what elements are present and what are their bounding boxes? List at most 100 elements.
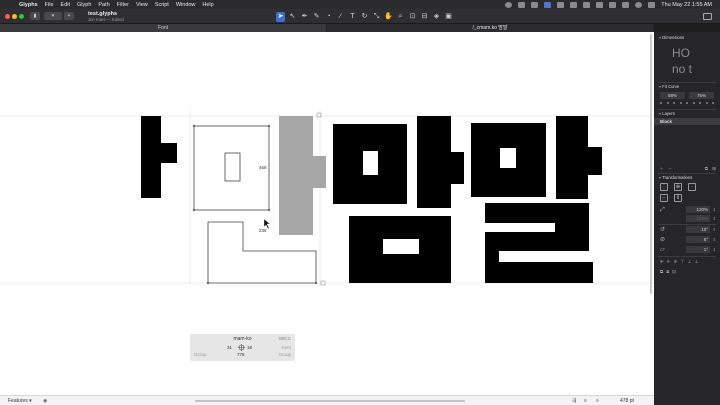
menu-window[interactable]: Window bbox=[176, 2, 196, 8]
wifi-icon[interactable] bbox=[622, 1, 630, 8]
union-icon[interactable]: ⧉ bbox=[660, 269, 663, 275]
flip-horizontal-icon[interactable]: ⇔ bbox=[660, 194, 668, 202]
slant-icon[interactable]: ⊘ bbox=[660, 236, 668, 244]
input-source-icon[interactable] bbox=[596, 1, 604, 8]
layers-popup-button[interactable]: ▾ bbox=[44, 12, 62, 20]
dimensions-title[interactable]: Dimensions bbox=[659, 35, 684, 40]
align-left-edges-icon[interactable]: ⊫ bbox=[660, 259, 664, 265]
unicode-field[interactable]: B9CC bbox=[279, 336, 291, 341]
status-icon[interactable] bbox=[557, 1, 565, 8]
window-zoom-button[interactable] bbox=[19, 14, 24, 19]
image-tool-icon[interactable]: ▣ bbox=[444, 12, 453, 22]
align-bottom-edges-icon[interactable]: ⊥ bbox=[695, 259, 699, 265]
metrics-link-icon[interactable] bbox=[238, 344, 245, 351]
glyph-edit-canvas[interactable]: 468 236 bbox=[0, 32, 654, 395]
slant-stepper[interactable]: ⇕ bbox=[713, 237, 716, 242]
status-icon[interactable] bbox=[583, 1, 591, 8]
lsb-field[interactable]: 31 bbox=[227, 345, 232, 350]
fit-dot[interactable] bbox=[660, 102, 662, 104]
status-icon[interactable] bbox=[531, 1, 539, 8]
fit-dot[interactable] bbox=[673, 102, 675, 104]
search-icon[interactable] bbox=[635, 1, 643, 8]
rsb-field[interactable]: 18 bbox=[247, 345, 252, 350]
left-group-label[interactable]: Group bbox=[194, 352, 207, 357]
annotation-tool-icon[interactable]: ⊡ bbox=[408, 12, 417, 22]
preview-eye-icon[interactable]: ◉ bbox=[43, 398, 47, 404]
width-field[interactable]: 778 bbox=[237, 352, 245, 357]
scale-secondary-field[interactable]: 100% bbox=[686, 215, 710, 222]
fit-dot[interactable] bbox=[705, 102, 708, 104]
menu-help[interactable]: Help bbox=[202, 2, 213, 8]
align-origin-icon[interactable]: · bbox=[688, 183, 696, 191]
status-icon[interactable] bbox=[570, 1, 578, 8]
measurement-tool-icon[interactable]: ⊟ bbox=[420, 12, 429, 22]
flip-vertical-icon[interactable]: ⇕ bbox=[674, 194, 682, 202]
layer-row-black[interactable]: Black bbox=[654, 118, 720, 125]
scale-field[interactable]: 120% bbox=[686, 206, 710, 213]
primitives-tool-icon[interactable]: ◔ bbox=[324, 12, 333, 22]
pencil-tool-icon[interactable]: ✎ bbox=[312, 12, 321, 22]
component-vowel[interactable] bbox=[279, 116, 313, 235]
component-vowel-bar[interactable] bbox=[313, 156, 326, 188]
menu-path[interactable]: Path bbox=[98, 2, 109, 8]
menubar-clock[interactable]: Thu May 22 1:55 AM bbox=[661, 2, 712, 8]
window-close-button[interactable] bbox=[5, 14, 10, 19]
align-top-edges-icon[interactable]: ⊤ bbox=[681, 259, 685, 265]
menu-edit[interactable]: Edit bbox=[61, 2, 70, 8]
skew-icon[interactable]: ▱ bbox=[660, 246, 668, 254]
rotate-tool-icon[interactable]: ↻ bbox=[360, 12, 369, 22]
align-h-center-icon[interactable]: ⊩ bbox=[667, 259, 671, 265]
bbox-handle[interactable] bbox=[316, 112, 322, 118]
window-minimize-button[interactable] bbox=[12, 14, 17, 19]
vertical-scrollbar[interactable] bbox=[650, 34, 652, 294]
menu-filter[interactable]: Filter bbox=[117, 2, 129, 8]
text-direction-icon[interactable]: ⇶ bbox=[572, 398, 576, 404]
skew-field[interactable]: 1° bbox=[686, 246, 710, 253]
fit-dot[interactable] bbox=[712, 102, 714, 104]
fit-curve-min-field[interactable]: 58% bbox=[660, 92, 685, 99]
zoom-tool-icon[interactable]: ⌕ bbox=[396, 12, 405, 22]
outline-mieum-counter[interactable] bbox=[224, 152, 241, 182]
inspector-toggle-button[interactable] bbox=[703, 13, 712, 20]
transformations-title[interactable]: Transformations bbox=[659, 175, 692, 180]
select-all-layers-tool-icon[interactable]: ↖ bbox=[288, 12, 297, 22]
menu-view[interactable]: View bbox=[136, 2, 148, 8]
node[interactable] bbox=[192, 124, 196, 128]
draw-tool-icon[interactable]: ✒ bbox=[300, 12, 309, 22]
select-tool-icon[interactable]: ➤ bbox=[276, 11, 285, 22]
rotate-stepper[interactable]: ⇕ bbox=[713, 227, 716, 232]
node[interactable] bbox=[267, 124, 271, 128]
menu-script[interactable]: Script bbox=[155, 2, 169, 8]
layer-copy-icon[interactable]: ⧉ bbox=[705, 166, 708, 171]
align-v-center-icon[interactable]: ⊥ bbox=[688, 259, 692, 265]
fit-curve-max-field[interactable]: 75% bbox=[689, 92, 714, 99]
node[interactable] bbox=[206, 281, 210, 285]
fit-dot[interactable] bbox=[666, 102, 669, 104]
align-left-icon[interactable]: ≡ bbox=[584, 398, 587, 404]
sidebar-toggle-button[interactable]: ▮ bbox=[30, 12, 40, 20]
features-popup-button[interactable]: Features ▾ bbox=[8, 398, 32, 404]
rotate-icon[interactable]: ↺ bbox=[660, 226, 668, 234]
add-layer-icon[interactable]: + bbox=[660, 166, 663, 171]
scale-secondary-stepper[interactable]: ⇕ bbox=[713, 216, 716, 221]
font-size-field[interactable]: 478 pt bbox=[620, 398, 634, 404]
align-center-icon[interactable]: ⊕ bbox=[674, 183, 682, 191]
fit-curve-title[interactable]: Fit Curve bbox=[659, 84, 679, 89]
align-right-edges-icon[interactable]: ⊪ bbox=[674, 259, 678, 265]
subtract-icon[interactable]: ⧈ bbox=[666, 269, 669, 275]
intersect-icon[interactable]: ⊡ bbox=[672, 269, 676, 275]
node[interactable] bbox=[192, 208, 196, 212]
status-app-icon[interactable] bbox=[505, 1, 513, 8]
fit-dot[interactable] bbox=[686, 102, 688, 104]
align-right-icon[interactable]: ≡ bbox=[596, 398, 599, 404]
align-grid-icon[interactable]: ⋮ bbox=[660, 183, 668, 191]
control-center-icon[interactable] bbox=[648, 1, 656, 8]
layers-title[interactable]: Layers bbox=[659, 111, 675, 116]
color-tool-icon[interactable]: ◈ bbox=[432, 12, 441, 22]
fit-dot[interactable] bbox=[679, 102, 682, 104]
add-button[interactable]: + bbox=[64, 12, 74, 20]
tab-font[interactable]: Font bbox=[0, 24, 327, 32]
right-group-label[interactable]: Group bbox=[278, 352, 291, 357]
scale-tool-icon[interactable]: ⤡ bbox=[372, 12, 381, 22]
rotate-field[interactable]: 10° bbox=[686, 226, 710, 233]
